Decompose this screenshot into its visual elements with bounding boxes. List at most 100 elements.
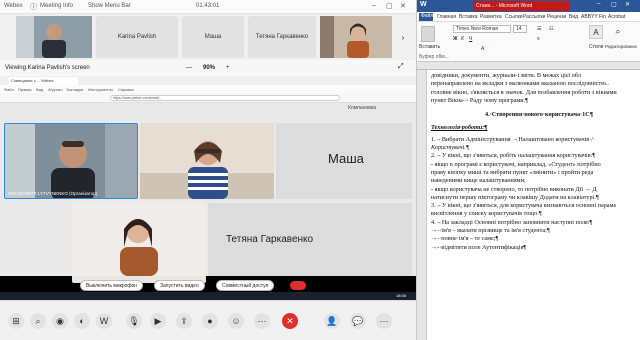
participant-thumb-masha[interactable]: Маша — [182, 16, 244, 58]
info-icon[interactable]: ⓘ — [30, 2, 37, 12]
tab-file[interactable]: Файл — [419, 13, 433, 21]
word-ribbon: Вставить Буфер обм... Times New Roman 14… — [417, 22, 640, 62]
doc-line: перенаправлено на вкладки з малюнками вк… — [431, 80, 609, 88]
masha-tile: Маша — [276, 123, 412, 199]
doc-line: 4.→На закладці Основні потрібно заповнит… — [431, 218, 593, 226]
expand-icon[interactable]: ⤢ — [398, 63, 404, 71]
paste-icon[interactable] — [421, 26, 435, 42]
meeting-timer: 01:43:01 — [196, 3, 220, 9]
search-icon[interactable]: ⌕ — [30, 313, 46, 329]
more-panels-icon[interactable]: ⋯ — [376, 313, 392, 329]
word-document-title: Стани... - Microsoft Word — [473, 1, 569, 11]
reactions-icon[interactable]: ☺ — [228, 313, 244, 329]
tab-insert[interactable]: Вставка — [459, 14, 478, 20]
start-video-button[interactable]: Запустить видео — [154, 280, 205, 291]
remote-address-bar: https://www.webex.com/meet/... — [0, 93, 416, 103]
show-menu-bar-button[interactable]: Show Menu Bar — [88, 3, 131, 9]
find-icon[interactable]: ⌕ — [611, 25, 625, 39]
word-app-icon: W — [420, 1, 427, 8]
tab-abbyy[interactable]: ABBYY Fin — [581, 14, 606, 20]
tab-acrobat[interactable]: Acrobat — [608, 14, 625, 20]
remote-url: https://www.webex.com/meet/... — [110, 95, 340, 101]
tetiana-tile: Тетяна Гаркавенко — [208, 203, 412, 276]
document-page[interactable]: довідники, документи, журнали-і звіти. В… — [427, 70, 640, 340]
tab-layout[interactable]: Разметка — [480, 14, 502, 20]
thumbnails-next-icon[interactable]: › — [396, 16, 410, 58]
doc-line: 3.→У вікні, що з'явиться, для користувач… — [431, 202, 617, 210]
share-screen-icon[interactable]: ⇪ — [176, 313, 192, 329]
video-icon[interactable]: ▶ — [150, 313, 166, 329]
styles-icon[interactable]: A — [589, 25, 603, 39]
word-maximize-icon[interactable]: ▢ — [611, 1, 617, 8]
doc-line: →-·відмітити поле Аутентифікація¶ — [431, 243, 527, 251]
remote-browser-menu: Файл Правка Вид Журнал Закладки Инструме… — [0, 85, 416, 93]
styles-label: Стили — [589, 44, 604, 50]
participant-thumb-self[interactable] — [320, 16, 392, 58]
font-color-icon[interactable]: A — [481, 46, 484, 52]
word-icon[interactable]: W — [96, 313, 112, 329]
maximize-icon[interactable]: ▢ — [386, 2, 393, 10]
zoom-out-button[interactable]: — — [186, 65, 192, 71]
participant-thumb-tetiana[interactable]: Тетяна Гаркавенко — [248, 16, 316, 58]
tab-mailings[interactable]: Рассылки — [523, 14, 545, 20]
tab-view[interactable]: Вид — [569, 14, 578, 20]
word-minimize-icon[interactable]: – — [597, 1, 600, 7]
bullets-icon[interactable]: ☰ — [537, 26, 541, 32]
share-button[interactable]: Совместный доступ — [216, 280, 275, 291]
host-video-icon — [5, 124, 137, 198]
zoom-in-button[interactable]: + — [226, 65, 230, 71]
windows-icon[interactable]: ⊞ — [8, 313, 24, 329]
host-video-icon — [16, 16, 92, 58]
more-icon[interactable]: ⋯ — [254, 313, 270, 329]
viewing-label: Viewing Karina Pavlish's screen — [5, 65, 90, 71]
doc-line: 1.→Вибрати Адміністрування →Налаштовано … — [431, 135, 596, 143]
word-close-icon[interactable]: ✕ — [625, 1, 630, 8]
participant-thumbnails: Karina Pavlish Маша Тетяна Гаркавенко › — [0, 14, 416, 60]
tab-review[interactable]: Рецензи — [547, 14, 566, 20]
participant-thumb-karina[interactable]: Karina Pavlish — [96, 16, 178, 58]
self-video-icon — [72, 203, 206, 276]
clipboard-label: Буфер обм... — [419, 54, 449, 60]
webex-controls: ⊞ ⌕ ◉ ◐ W 🎙 ▶ ⇪ ● ☺ ⋯ ✕ 👤 💬 ⋯ — [0, 300, 416, 340]
record-icon[interactable]: ● — [202, 313, 218, 329]
font-name-select[interactable]: Times New Roman — [453, 25, 511, 33]
doc-line: висвітлення у списку користувачів тощо.¶ — [431, 210, 542, 218]
doc-line: натиснути першу піктограму чи клавішу До… — [431, 193, 599, 201]
doc-subheading: Технологія·роботи:¶ — [431, 124, 488, 132]
doc-line: головне вікно, з'являється в значок. Для… — [431, 88, 617, 96]
mute-button[interactable]: Выключить микрофон — [80, 280, 144, 291]
meeting-info-button[interactable]: Meeting Info — [40, 3, 73, 9]
self-video-icon — [320, 16, 392, 58]
leave-button[interactable] — [290, 281, 306, 290]
word-ruler — [417, 62, 640, 70]
participant-video-tile — [140, 123, 274, 199]
browser-icon[interactable]: ◉ — [52, 313, 68, 329]
underline-icon[interactable]: Ч — [469, 36, 472, 42]
editing-label: Редактирование — [605, 44, 637, 49]
tab-references[interactable]: Ссылки — [505, 14, 523, 20]
remote-browser-tab: Совещание с ... Webex — [8, 77, 78, 85]
participant-thumb-host[interactable] — [16, 16, 92, 58]
end-call-icon[interactable]: ✕ — [282, 313, 298, 329]
font-size-select[interactable]: 14 — [513, 25, 527, 33]
share-viewing-bar: Viewing Karina Pavlish's screen — 90% + … — [0, 60, 416, 76]
zoom-level[interactable]: 90% — [203, 65, 215, 71]
participants-icon[interactable]: 👤 — [324, 313, 340, 329]
close-icon[interactable]: ✕ — [400, 2, 406, 10]
word-ribbon-tabs: Файл Главная Вставка Разметка Ссылки Рас… — [417, 12, 640, 22]
webex-window: Webex ⓘ Meeting Info Show Menu Bar 01:43… — [0, 0, 416, 340]
minimize-icon[interactable]: – — [372, 2, 376, 9]
align-icon[interactable]: ≡ — [537, 36, 540, 42]
mic-icon[interactable]: 🎙 — [126, 313, 142, 329]
chat-icon[interactable]: 💬 — [350, 313, 366, 329]
bold-icon[interactable]: Ж — [453, 36, 458, 42]
app-icon[interactable]: ◐ — [74, 313, 90, 329]
remote-taskbar: 18:06 — [0, 292, 416, 300]
tab-home[interactable]: Главная — [437, 14, 456, 20]
numbering-icon[interactable]: ☷ — [549, 26, 553, 32]
shared-screen: Совещание с ... Webex Файл Правка Вид Жу… — [0, 76, 416, 300]
tetiana-name: Тетяна Гаркавенко — [226, 234, 314, 245]
host-video-tile: VOLODYMYR LYTVYNENKO (Організатор) — [4, 123, 138, 199]
word-titlebar: W Стани... - Microsoft Word – ▢ ✕ — [417, 0, 640, 12]
italic-icon[interactable]: К — [461, 36, 464, 42]
